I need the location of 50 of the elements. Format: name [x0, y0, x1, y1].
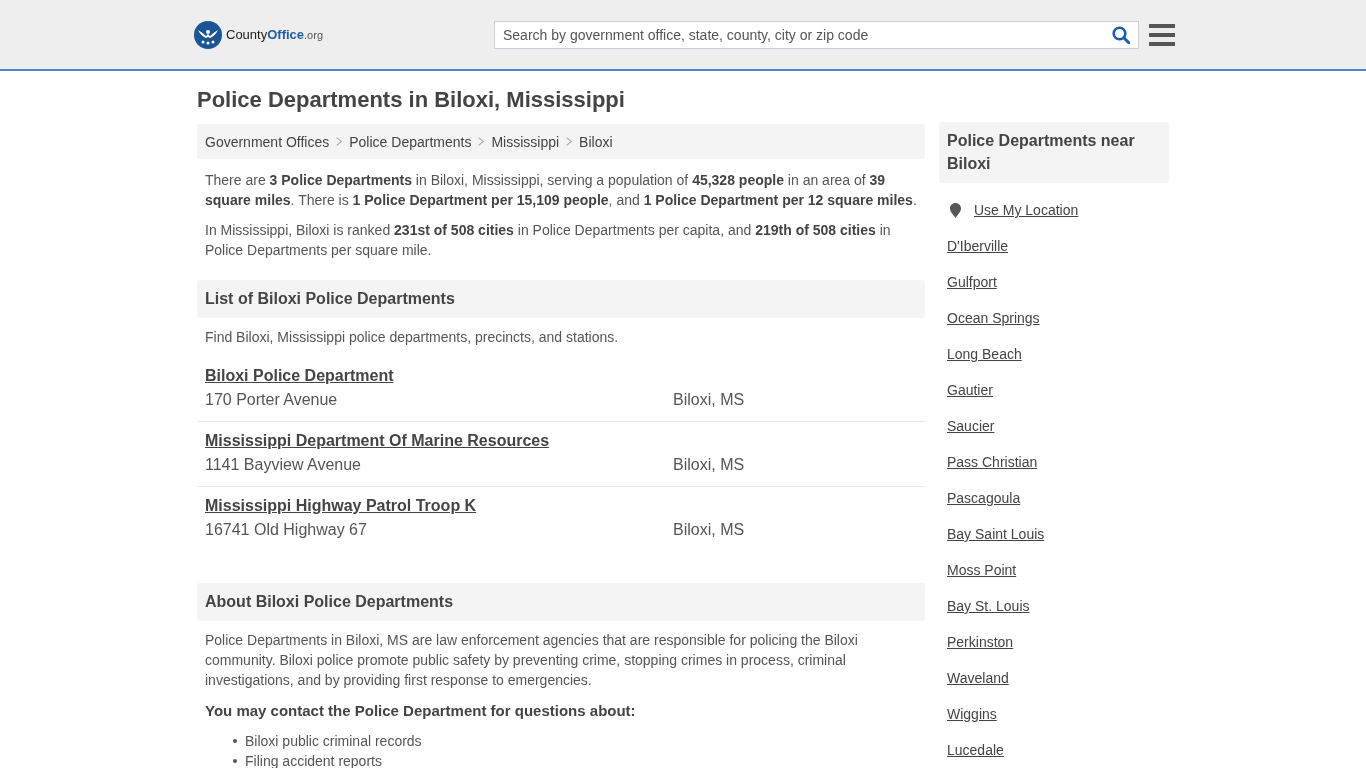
- city-link[interactable]: Saucier: [947, 418, 995, 434]
- logo-icon: [194, 20, 222, 49]
- department-link[interactable]: Mississippi Highway Patrol Troop K: [205, 494, 477, 518]
- city-link[interactable]: Moss Point: [947, 562, 1017, 578]
- department-city: Biloxi, MS: [673, 390, 745, 410]
- intro-paragraph: There are 3 Police Departments in Biloxi, Mississippi, serving a population of 45,328 people in an area of 39 square miles. There is 1 Police Department per 15,109 people, and 1 Police Department per 12 square miles.: [205, 171, 917, 210]
- city-link[interactable]: Wiggins: [947, 706, 997, 722]
- city-link[interactable]: Bay St. Louis: [947, 598, 1030, 614]
- city-link[interactable]: Ocean Springs: [947, 310, 1040, 326]
- site-logo[interactable]: CountyOffice.org: [194, 20, 323, 49]
- city-link[interactable]: Bay Saint Louis: [947, 526, 1045, 542]
- menu-icon: [1149, 23, 1175, 46]
- city-link[interactable]: Long Beach: [947, 346, 1022, 362]
- chevron-icon: [478, 137, 485, 146]
- bullet-icon: [233, 739, 237, 743]
- city-link[interactable]: Gulfport: [947, 274, 997, 290]
- breadcrumb-current: Biloxi: [579, 132, 613, 152]
- breadcrumb-link[interactable]: Government Offices: [205, 131, 330, 152]
- menu-button[interactable]: [1149, 23, 1175, 46]
- breadcrumb-link[interactable]: Police Departments: [349, 131, 472, 152]
- chevron-icon: [566, 137, 573, 146]
- city-link[interactable]: Perkinston: [947, 634, 1014, 650]
- department-city: Biloxi, MS: [673, 455, 745, 475]
- city-link[interactable]: D'Iberville: [947, 238, 1009, 254]
- department-address: 1141 Bayview Avenue: [205, 455, 362, 475]
- department-city: Biloxi, MS: [673, 520, 745, 540]
- map-pin-icon: [950, 202, 961, 218]
- about-subheading: You may contact the Police Department for questions about:: [205, 701, 637, 721]
- bullet-item: Biloxi public criminal records: [245, 732, 422, 750]
- chevron-icon: [336, 137, 343, 146]
- section-heading: About Biloxi Police Departments: [197, 583, 925, 621]
- about-paragraph: Police Departments in Biloxi, MS are law enforcement agencies that are responsible for policing the Biloxi community. Biloxi police promote public safety by preventing crime, stopping crimes in process, criminal investigations, and by providing first response to emergencies.: [205, 631, 859, 690]
- city-link[interactable]: Pascagoula: [947, 490, 1021, 506]
- department-address: 16741 Old Highway 67: [205, 520, 368, 540]
- city-link[interactable]: Lucedale: [947, 742, 1004, 758]
- bullet-icon: [233, 759, 237, 763]
- department-link[interactable]: Biloxi Police Department: [205, 364, 394, 388]
- city-link[interactable]: Pass Christian: [947, 454, 1038, 470]
- section-description: Find Biloxi, Mississippi police departments, precincts, and stations.: [205, 328, 620, 347]
- location-link[interactable]: Use My Location: [974, 200, 1079, 220]
- city-link[interactable]: Gautier: [947, 382, 993, 398]
- department-address: 170 Porter Avenue: [205, 390, 339, 410]
- sidebar-heading: Police Departments near Biloxi: [939, 122, 1169, 183]
- bullet-item: Filing accident reports: [245, 752, 382, 768]
- city-link[interactable]: Waveland: [947, 670, 1009, 686]
- intro-paragraph: In Mississippi, Biloxi is ranked 231st of 508 cities in Police Departments per capita, and 219th of 508 cities in Police Departments per square mile.: [205, 221, 892, 260]
- breadcrumb-link[interactable]: Mississippi: [491, 131, 560, 152]
- department-link[interactable]: Mississippi Department Of Marine Resources: [205, 429, 550, 453]
- page-title: Police Departments in Biloxi, Mississippi: [197, 86, 626, 114]
- section-heading: List of Biloxi Police Departments: [197, 280, 925, 318]
